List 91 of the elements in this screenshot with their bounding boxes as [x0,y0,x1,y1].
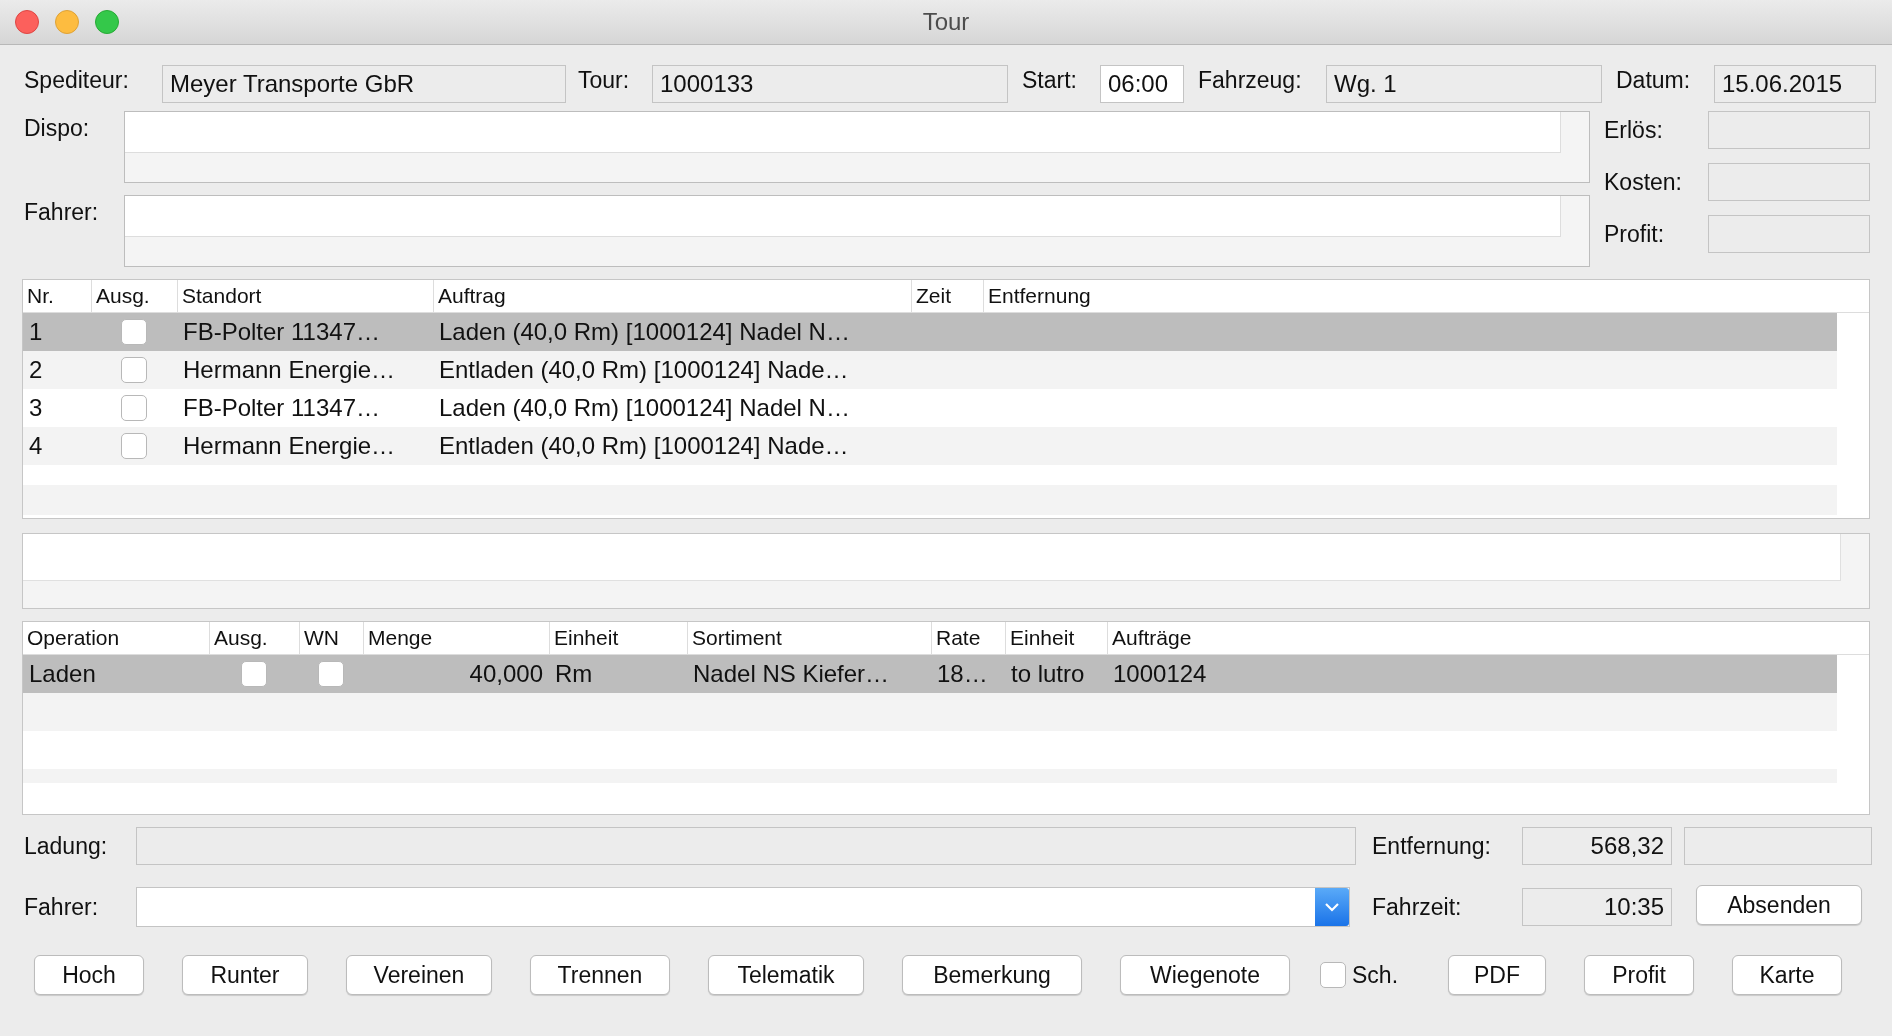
table-cell-text: 40,000 [468,659,544,689]
column-header[interactable]: Zeit [911,280,983,312]
table-cell-text: Nadel NS Kiefer… [692,659,891,689]
text-field[interactable]: 568,32 [1522,827,1672,865]
table-cell-text: Entladen (40,0 Rm) [1000124] Nade… [438,355,850,385]
field-label: Dispo: [24,115,91,142]
table-row[interactable]: 1 FB-Polter 11347… Laden (40,0 Rm) [1000124] Nadel N… [23,313,1837,351]
text-field[interactable] [1708,215,1870,253]
text-field[interactable] [136,827,1356,865]
checkbox[interactable] [121,433,147,459]
checkbox[interactable] [121,319,147,345]
column-header[interactable]: Sortiment [687,622,931,654]
table-cell-text: FB-Polter 11347… [182,317,381,347]
table-cell-text: Laden [28,659,97,689]
column-header[interactable]: Operation [23,622,209,654]
driver-dropdown[interactable] [136,887,1350,927]
field-label: Start: [1022,67,1078,94]
action-button[interactable]: Bemerkung [902,955,1082,995]
column-header[interactable]: Rate [931,622,1005,654]
table-cell-text: Laden (40,0 Rm) [1000124] Nadel N… [438,393,851,423]
column-header[interactable]: Aufträge [1107,622,1837,654]
table-cell-text: 1 [28,317,44,347]
window-title: Tour [922,8,970,36]
text-field[interactable]: 10:35 [1522,888,1672,926]
text-field[interactable] [1684,827,1872,865]
field-label: Tour: [578,67,631,94]
chevron-down-icon [1324,902,1340,912]
action-button[interactable]: Trennen [530,955,670,995]
table-cell-text: 18… [936,659,989,689]
checkbox[interactable] [1320,962,1346,988]
table-cell-text: Laden (40,0 Rm) [1000124] Nadel N… [438,317,851,347]
table-row[interactable]: 4 Hermann Energie… Entladen (40,0 Rm) [1000124] Nade… [23,427,1837,465]
action-button[interactable]: Karte [1732,955,1843,995]
checkbox[interactable] [121,395,147,421]
column-header[interactable]: Entfernung [983,280,1837,312]
table-cell-text: Entladen (40,0 Rm) [1000124] Nade… [438,431,850,461]
action-button[interactable]: Wiegenote [1120,955,1290,995]
action-button[interactable]: Runter [182,955,308,995]
column-header[interactable]: Einheit [549,622,687,654]
text-area[interactable] [124,195,1590,267]
checkbox[interactable] [121,357,147,383]
column-header[interactable]: Einheit [1005,622,1107,654]
text-field[interactable]: 06:00 [1100,65,1184,103]
text-field[interactable]: Wg. 1 [1326,65,1602,103]
action-button[interactable]: Vereinen [346,955,492,995]
field-label: Fahrzeit: [1372,893,1463,921]
minimize-icon[interactable] [55,10,79,34]
table-cell-text: to lutro [1010,659,1086,689]
field-label: Fahrzeug: [1198,67,1303,94]
table-cell-text: FB-Polter 11347… [182,393,381,423]
column-header[interactable]: Ausg. [209,622,299,654]
column-header[interactable]: Ausg. [91,280,177,312]
table-cell-text: 2 [28,355,44,385]
zoom-icon[interactable] [95,10,119,34]
checkbox[interactable] [318,661,344,687]
field-label: Fahrer: [24,893,100,921]
action-button[interactable]: Telematik [708,955,864,995]
action-button[interactable]: Hoch [34,955,144,995]
field-label: Profit: [1604,220,1666,248]
table-row[interactable]: Laden 40,000 Rm Nadel NS Kiefer… 18… to lutro 1000124 [23,655,1837,693]
text-field[interactable]: Meyer Transporte GbR [162,65,566,103]
action-button[interactable]: Profit [1584,955,1695,995]
table-cell-text: Hermann Energie… [182,431,397,461]
column-header[interactable]: Auftrag [433,280,911,312]
table-cell-text: 3 [28,393,44,423]
column-header[interactable]: Standort [177,280,433,312]
text-field[interactable] [1708,163,1870,201]
table-cell-text: 4 [28,431,44,461]
checkbox[interactable] [241,661,267,687]
field-label: Ladung: [24,832,109,860]
field-label: Spediteur: [24,67,130,94]
column-header[interactable]: Menge [363,622,549,654]
checkbox-label: Sch. [1352,961,1399,989]
table-row[interactable]: 2 Hermann Energie… Entladen (40,0 Rm) [1000124] Nade… [23,351,1837,389]
table-cell-text: 1000124 [1112,659,1208,689]
field-label: Datum: [1616,67,1692,94]
action-button[interactable]: PDF [1448,955,1547,995]
table-cell-text: Rm [554,659,594,689]
send-button[interactable]: Absenden [1696,885,1862,925]
field-label: Erlös: [1604,116,1664,144]
column-header[interactable]: Nr. [23,280,91,312]
text-field[interactable]: 15.06.2015 [1714,65,1876,103]
text-field[interactable] [1708,111,1870,149]
column-header[interactable]: WN [299,622,363,654]
field-label: Fahrer: [24,199,100,226]
text-area[interactable] [124,111,1590,183]
table-cell-text: Hermann Energie… [182,355,397,385]
close-icon[interactable] [15,10,39,34]
field-label: Kosten: [1604,168,1683,196]
text-field[interactable]: 1000133 [652,65,1008,103]
field-label: Entfernung: [1372,832,1492,860]
